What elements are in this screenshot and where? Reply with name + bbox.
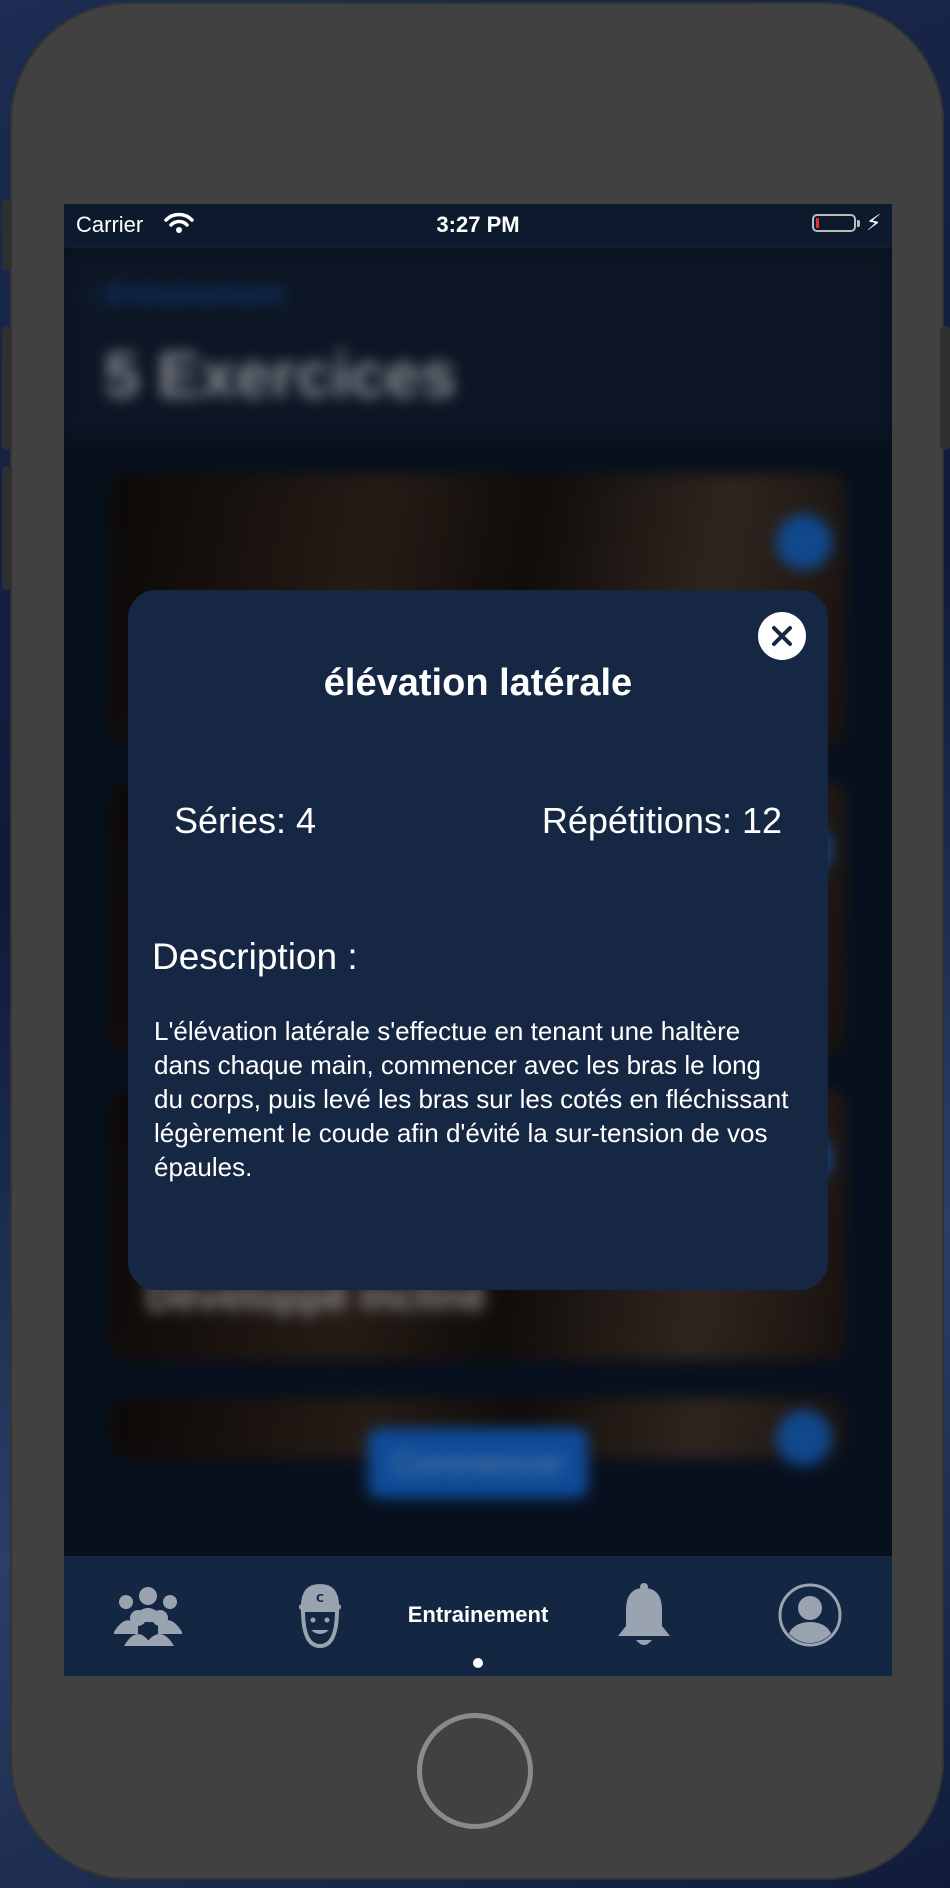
exercise-title: élévation latérale [323,662,633,704]
battery-level [816,218,819,228]
close-icon [772,626,792,646]
group-icon [114,1587,182,1646]
tab-profile[interactable] [770,1580,850,1650]
svg-text:C: C [316,1592,324,1605]
clock: 3:27 PM [436,212,520,237]
bell-icon [618,1583,670,1645]
repetitions-count: Répétitions: 12 [541,800,782,841]
tab-coach[interactable]: C [280,1580,360,1650]
active-tab-indicator [473,1658,483,1668]
battery-icon [812,214,860,232]
tab-group[interactable] [104,1580,192,1650]
description-text: L'élévation latérale s'effectue en tenan… [154,1016,789,1182]
home-button[interactable] [417,1713,533,1829]
volume-down-button [2,466,12,590]
exercise-detail-modal: élévation latérale Séries: 4 Répétitions… [128,590,828,1290]
mute-switch [2,200,12,270]
status-bar: Carrier 3:27 PM ⚡︎ [64,204,892,248]
charging-bolt-icon: ⚡︎ [866,210,882,235]
coach-icon: C [299,1584,341,1649]
series-count: Séries: 4 [174,800,317,841]
profile-icon [778,1583,842,1647]
tab-entrainement[interactable]: Entrainement [378,1580,578,1650]
tab-label-entrainement: Entrainement [407,1602,549,1627]
close-button[interactable] [758,612,806,660]
app-screen: ‹ Entrainement 5 Exercices Développé inc… [64,204,892,1676]
tab-bar: C Entrainement [64,1556,892,1676]
volume-up-button [2,326,12,450]
tab-notifications[interactable] [604,1580,684,1650]
power-button [940,326,950,450]
description-heading: Description : [152,936,358,977]
